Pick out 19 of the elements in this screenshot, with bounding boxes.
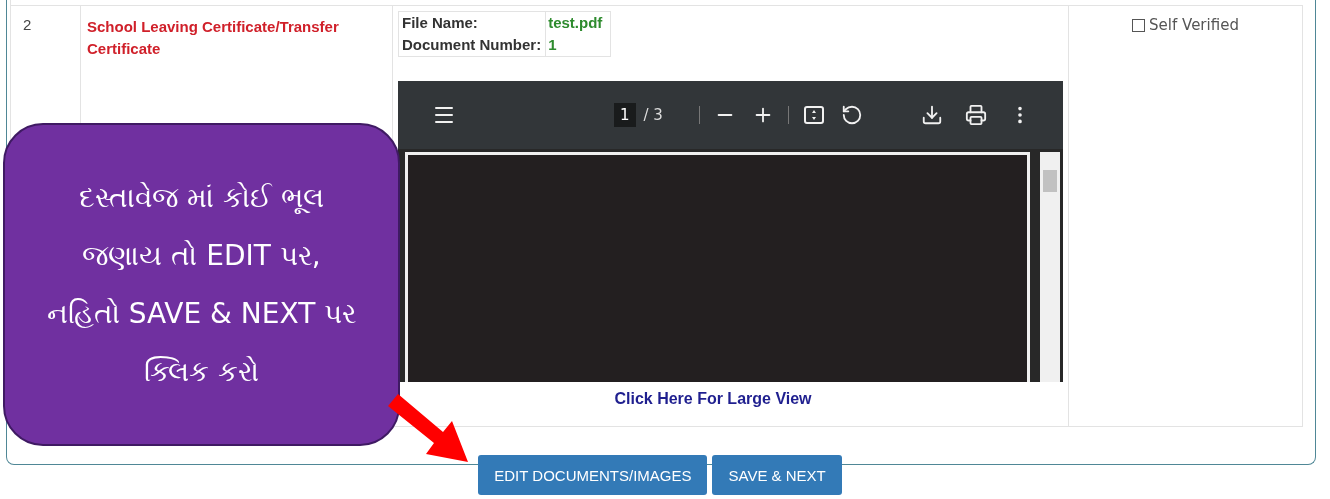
field-label: File Name:: [401, 13, 479, 33]
arrow-icon: [388, 394, 468, 462]
page-count: / 3: [643, 106, 663, 124]
field-label: Document Number:: [401, 35, 543, 55]
edit-button[interactable]: EDIT DOCUMENTS/IMAGES: [478, 455, 708, 495]
download-icon[interactable]: [921, 104, 943, 126]
field-value: test.pdf: [545, 12, 611, 34]
scrollbar[interactable]: [1040, 152, 1060, 382]
callout-text: દસ્તાવેજ માં કોઈ ભૂલ જણાય તો EDIT પર, નહિતો SAVE & NEXT પર ક્લિક કરો: [46, 179, 357, 390]
large-view-link[interactable]: Click Here For Large View: [614, 390, 812, 408]
self-verified-checkbox[interactable]: Self Verified: [1132, 16, 1239, 34]
fit-page-icon[interactable]: [802, 104, 825, 126]
document-name: School Leaving Certificate/Transfer Certificate: [87, 17, 340, 59]
field-value: 1: [545, 34, 611, 56]
print-icon[interactable]: [965, 104, 987, 126]
page-number-field[interactable]: 1: [614, 103, 636, 127]
rotate-icon[interactable]: [840, 104, 863, 126]
save-next-button[interactable]: SAVE & NEXT: [712, 455, 842, 495]
row-number: 2: [23, 16, 32, 33]
